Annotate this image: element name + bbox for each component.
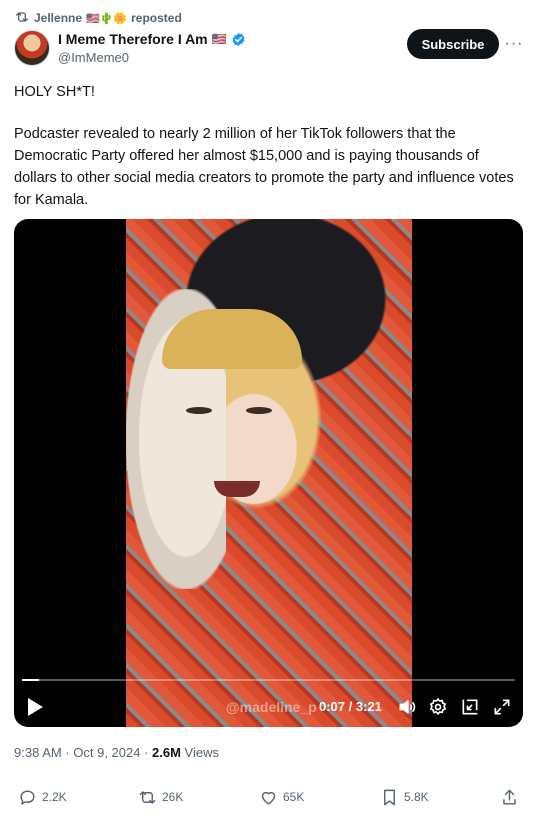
video-still-mouth bbox=[214, 481, 260, 497]
more-options-icon[interactable]: ··· bbox=[504, 34, 524, 54]
picture-in-picture-icon[interactable] bbox=[460, 697, 480, 717]
reply-count: 2.2K bbox=[42, 790, 67, 804]
post-headline: HOLY SH*T! bbox=[14, 84, 95, 100]
verified-badge-icon bbox=[232, 32, 245, 46]
video-time: 0:07 / 3:21 bbox=[319, 699, 382, 714]
author-flag: 🇺🇸 bbox=[211, 32, 227, 46]
reposter-badges: 🇺🇸🌵🌼 bbox=[86, 12, 128, 25]
repost-context[interactable]: Jellenne 🇺🇸🌵🌼 reposted bbox=[34, 10, 182, 26]
video-progress-bar[interactable] bbox=[22, 679, 515, 681]
video-player[interactable]: @madeline_p 0:07 / 3:21 bbox=[14, 219, 523, 727]
video-progress-fill bbox=[22, 679, 40, 681]
video-watermark: @madeline_p bbox=[226, 699, 317, 715]
reposter-name[interactable]: Jellenne bbox=[34, 11, 82, 25]
like-button[interactable]: 65K bbox=[259, 785, 304, 809]
post-meta: 9:38 AM · Oct 9, 2024 · 2.6M Views bbox=[14, 745, 219, 760]
views-count: 2.6M bbox=[152, 745, 181, 760]
bookmark-icon bbox=[384, 789, 395, 805]
post-body: Podcaster revealed to nearly 2 million o… bbox=[14, 126, 514, 208]
repost-label: reposted bbox=[131, 11, 182, 25]
action-bar: 2.2K 26K 65K 5.8K bbox=[0, 785, 539, 809]
views-label: Views bbox=[180, 745, 219, 760]
fullscreen-icon[interactable] bbox=[492, 697, 512, 717]
like-count: 65K bbox=[283, 790, 305, 804]
repost-icon bbox=[16, 12, 28, 22]
video-still-hair bbox=[162, 309, 302, 369]
repost-count: 26K bbox=[162, 790, 184, 804]
play-icon[interactable] bbox=[26, 697, 44, 717]
reply-icon bbox=[20, 789, 35, 805]
volume-icon[interactable] bbox=[397, 697, 417, 717]
subscribe-button[interactable]: Subscribe bbox=[407, 29, 499, 59]
share-icon bbox=[503, 789, 516, 805]
settings-gear-icon[interactable] bbox=[428, 697, 448, 717]
avatar[interactable] bbox=[14, 30, 50, 66]
repost-button[interactable]: 26K bbox=[138, 785, 183, 809]
author-name[interactable]: I Meme Therefore I Am bbox=[58, 31, 208, 47]
repost-action-icon bbox=[139, 790, 156, 804]
share-button[interactable] bbox=[500, 785, 519, 809]
bookmark-button[interactable]: 5.8K bbox=[380, 785, 429, 809]
video-still-eye-right bbox=[246, 407, 272, 414]
video-frame[interactable] bbox=[126, 219, 412, 727]
reply-button[interactable]: 2.2K bbox=[18, 785, 67, 809]
post-timestamp[interactable]: 9:38 AM · Oct 9, 2024 · bbox=[14, 745, 152, 760]
author-name-row[interactable]: I Meme Therefore I Am 🇺🇸 bbox=[58, 31, 246, 47]
heart-icon bbox=[261, 791, 276, 805]
bookmark-count: 5.8K bbox=[404, 790, 429, 804]
author-handle[interactable]: @ImMeme0 bbox=[58, 50, 129, 65]
video-still-eye-left bbox=[186, 407, 212, 414]
